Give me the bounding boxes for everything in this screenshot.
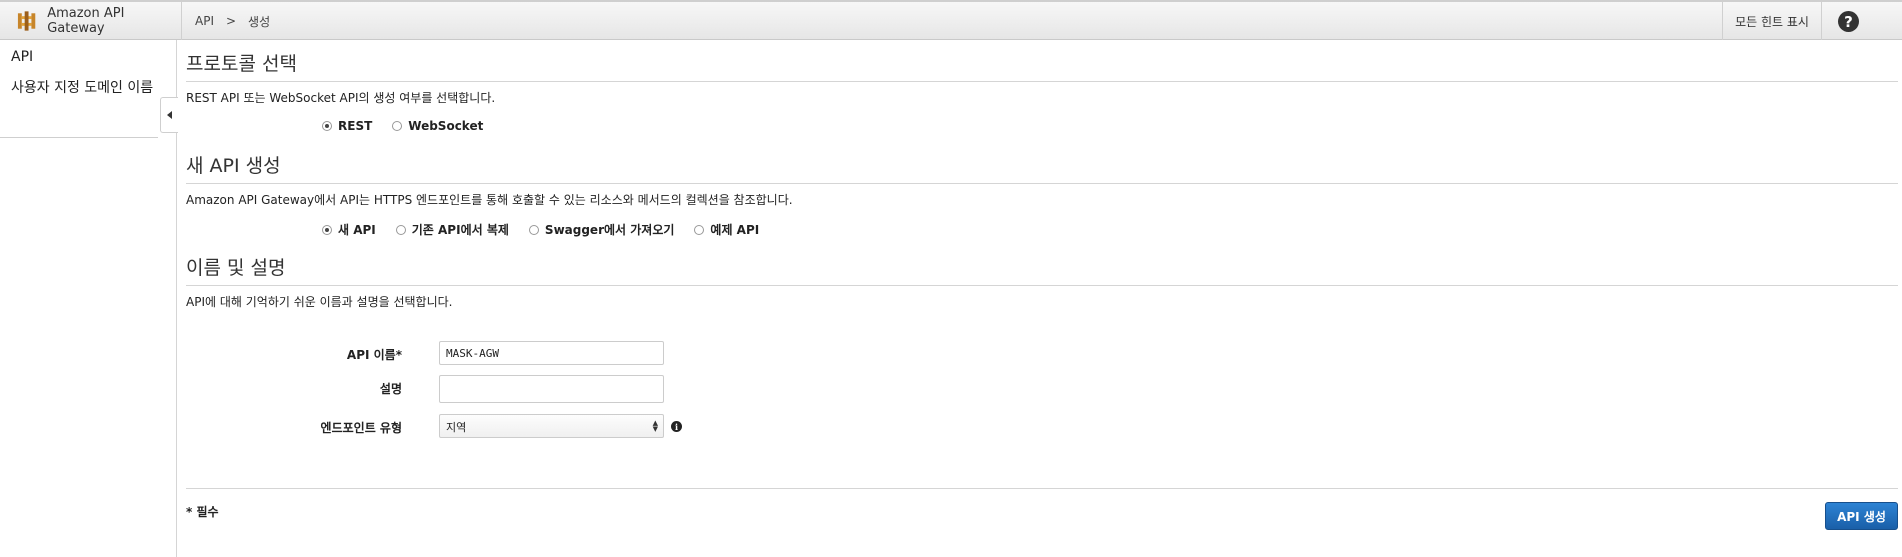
endpoint-type-label: 엔드포인트 유형 [320, 421, 402, 435]
section-divider [186, 183, 1898, 184]
example-api-radio[interactable] [694, 224, 705, 235]
endpoint-type-value: 지역 [446, 421, 467, 434]
clone-api-label: 기존 API에서 복제 [411, 223, 509, 237]
import-swagger-label: Swagger에서 가져오기 [544, 223, 675, 237]
new-api-section-title: 새 API 생성 [186, 155, 281, 177]
sidebar-item-api[interactable]: API [11, 49, 33, 65]
websocket-label: WebSocket [408, 119, 484, 133]
endpoint-type-select[interactable]: 지역 ▲ ▼ [439, 414, 664, 438]
api-name-input[interactable] [439, 341, 664, 365]
footer-divider [186, 488, 1898, 489]
info-icon[interactable]: i [671, 421, 682, 432]
name-section-description: API에 대해 기억하기 쉬운 이름과 설명을 선택합니다. [186, 295, 453, 309]
rest-label: REST [338, 119, 373, 133]
section-divider [186, 285, 1898, 286]
breadcrumb-current: 생성 [248, 14, 271, 29]
protocol-section-title: 프로토콜 선택 [186, 53, 297, 75]
new-api-description: Amazon API Gateway에서 API는 HTTPS 엔드포인트를 통… [186, 193, 793, 207]
api-name-label: API 이름* [346, 348, 402, 362]
protocol-description: REST API 또는 WebSocket API의 생성 여부를 선택합니다. [186, 91, 496, 105]
create-api-button[interactable]: API 생성 [1825, 502, 1898, 530]
show-all-hints-button[interactable]: 모든 힌트 표시 [1722, 2, 1822, 40]
sidebar-divider [0, 137, 158, 138]
new-api-radio[interactable] [322, 224, 332, 235]
top-navigation-bar: Amazon API Gateway API > 생성 모든 힌트 표시 ? [0, 0, 1902, 40]
breadcrumb: API > 생성 [195, 2, 270, 40]
rest-radio[interactable] [322, 121, 332, 131]
option-clone-api[interactable]: 기존 API에서 복제 [395, 221, 509, 238]
example-api-label: 예제 API [710, 223, 760, 237]
protocol-option-websocket[interactable]: WebSocket [392, 119, 483, 133]
new-api-radio-group: 새 API 기존 API에서 복제 Swagger에서 가져오기 예제 API [322, 221, 779, 238]
app-title: Amazon API Gateway [47, 6, 125, 36]
breadcrumb-api-link[interactable]: API [195, 14, 214, 28]
sidebar: API 사용자 지정 도메인 이름 [0, 40, 178, 557]
description-label: 설명 [379, 382, 402, 396]
option-import-swagger[interactable]: Swagger에서 가져오기 [528, 221, 675, 238]
protocol-option-rest[interactable]: REST [322, 119, 372, 133]
websocket-radio[interactable] [392, 121, 403, 131]
sidebar-item-custom-domain-names[interactable]: 사용자 지정 도메인 이름 [11, 77, 153, 97]
option-new-api[interactable]: 새 API [322, 221, 376, 238]
new-api-label: 새 API [338, 223, 376, 237]
import-swagger-radio[interactable] [528, 224, 539, 235]
help-icon[interactable]: ? [1838, 11, 1859, 32]
breadcrumb-separator: > [225, 14, 237, 28]
section-divider [186, 81, 1898, 82]
service-home-link[interactable]: Amazon API Gateway [0, 2, 182, 40]
select-arrows-icon: ▲ ▼ [652, 419, 658, 433]
clone-api-radio[interactable] [395, 224, 406, 235]
required-note: * 필수 [186, 505, 219, 519]
option-example-api[interactable]: 예제 API [694, 221, 759, 238]
protocol-radio-group: REST WebSocket [322, 119, 503, 133]
name-section-title: 이름 및 설명 [186, 257, 286, 279]
description-input[interactable] [439, 375, 664, 403]
api-gateway-logo-icon [17, 11, 36, 31]
collapse-sidebar-icon[interactable] [160, 97, 178, 133]
